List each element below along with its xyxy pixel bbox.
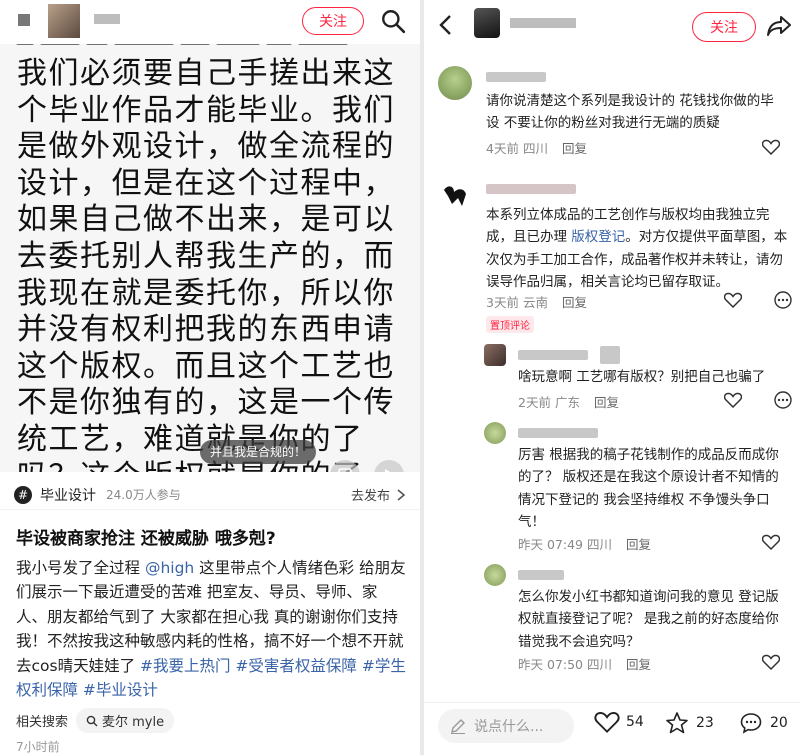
cropped-text-line [16, 44, 396, 52]
like-icon[interactable] [762, 654, 780, 670]
commenter-avatar[interactable] [484, 422, 506, 444]
related-search-chip-label: 麦尔 myle [102, 715, 165, 730]
author-name[interactable] [510, 18, 576, 28]
mention-link[interactable]: @high [145, 559, 194, 577]
post-image[interactable]: 我们必须要自己手搓出来这个毕业作品才能毕业。我们是做外观设计，做全流程的设计，但… [0, 44, 420, 472]
image-caption-text: 我们必须要自己手搓出来这个毕业作品才能毕业。我们是做外观设计，做全流程的设计，但… [17, 56, 395, 472]
author-avatar[interactable] [438, 176, 472, 210]
commenter-name[interactable] [518, 350, 588, 360]
post-body: 我小号发了全过程 @high 这里带点个人情绪色彩 给朋友们展示一下最近遭受的苦… [16, 556, 408, 702]
comment-text: 厉害 根据我的稿子花钱制作的成品反而成你的了？ 版权还是在我这个原设计者不知情的… [518, 447, 779, 531]
search-icon [86, 715, 98, 726]
favorite-count: 23 [696, 715, 714, 731]
related-search: 相关搜索 麦尔 myle [16, 708, 175, 733]
topic-bar[interactable]: # 毕业设计 24.0万人参与 去发布 [0, 480, 420, 510]
comment-time: 3天前 [486, 295, 519, 310]
related-search-chip[interactable]: 麦尔 myle [76, 708, 175, 733]
go-post-link[interactable]: 去发布 [351, 485, 406, 504]
favorite-button[interactable]: 23 [664, 711, 714, 735]
reply-button[interactable]: 回复 [562, 141, 587, 156]
reply-button[interactable]: 回复 [626, 537, 651, 552]
bottom-action-bar: 说点什么... 54 23 20 [424, 702, 800, 755]
reply-button[interactable]: 回复 [562, 295, 587, 310]
comment-text: 本系列立体成品的工艺创作与版权均由我独立完成，且已办理 版权登记。对方仅提供平面… [486, 204, 790, 294]
post-timestamp: 7小时前 [16, 740, 60, 754]
heart-icon [594, 712, 620, 733]
comment-time: 昨天 07:50 [518, 657, 583, 672]
comment-time: 4天前 [486, 141, 519, 156]
commenter-name[interactable] [600, 346, 620, 364]
comment-meta: 昨天 07:50 四川 回复 [518, 654, 651, 673]
commenter-name[interactable] [486, 184, 576, 194]
comments-panel: 关注 请你说清楚这个系列是我设计的 花钱找你做的毕设 不要让你的粉丝对我进行无端… [424, 0, 800, 755]
comment-meta: 昨天 07:49 四川 回复 [518, 534, 651, 553]
comment-text: 啥玩意啊 工艺哪有版权？别把自己也骗了 [518, 369, 766, 385]
back-icon[interactable] [438, 14, 454, 36]
commenter-name[interactable] [518, 570, 564, 580]
comment-bubble-icon [740, 713, 762, 734]
related-search-label: 相关搜索 [16, 715, 69, 730]
scan-icon [338, 468, 352, 472]
more-options-icon[interactable] [774, 391, 792, 409]
copyright-registration-link[interactable]: 版权登记 [571, 229, 625, 245]
comment-text: 怎么你发小红书都知道询问我的意见 登记版权就直接登记了呢？ 是我之前的好态度给你… [518, 589, 779, 650]
author-name[interactable] [94, 14, 120, 24]
like-count: 54 [626, 714, 644, 730]
post-header: 关注 [0, 0, 420, 44]
search-icon[interactable] [380, 8, 406, 34]
commenter-name[interactable] [518, 428, 598, 438]
comment-meta: 2天前 广东 回复 [518, 392, 619, 411]
follow-button[interactable]: 关注 [302, 7, 364, 35]
post-body-text: 我小号发了全过程 [16, 559, 145, 577]
like-icon[interactable] [724, 292, 742, 308]
comment-location: 四川 [522, 141, 548, 156]
left-post-panel: 关注 我们必须要自己手搓出来这个毕业作品才能毕业。我们是做外观设计，做全流程的设… [0, 0, 420, 755]
pencil-icon [451, 719, 465, 734]
commenter-avatar[interactable] [484, 344, 506, 366]
like-icon[interactable] [724, 392, 742, 408]
post-title: 毕设被商家抢注 还被威胁 哦多剋? [16, 529, 276, 549]
follow-button[interactable]: 关注 [692, 12, 756, 42]
author-avatar[interactable] [18, 14, 30, 26]
comment-location: 四川 [586, 537, 612, 552]
avatar-art [444, 186, 466, 206]
svg-text:#: # [18, 488, 28, 502]
overlay-caption: 并且我是合规的！ [200, 440, 317, 464]
author-avatar[interactable] [48, 4, 80, 38]
comment-text: 请你说清楚这个系列是我设计的 花钱找你做的毕设 不要让你的粉丝对我进行无端的质疑 [486, 93, 774, 132]
comment-location: 云南 [522, 295, 548, 310]
topic-participants: 24.0万人参与 [106, 488, 181, 502]
more-options-icon[interactable] [774, 291, 792, 309]
reply-button[interactable]: 回复 [626, 657, 651, 672]
author-avatar[interactable] [474, 8, 500, 38]
comment-input[interactable]: 说点什么... [438, 709, 574, 743]
like-icon[interactable] [762, 139, 780, 155]
topic-name: 毕业设计 [40, 487, 96, 504]
comment-time: 2天前 [518, 395, 551, 410]
like-icon[interactable] [762, 534, 780, 550]
comment-meta: 4天前 四川 回复 [486, 138, 587, 157]
reply-button[interactable]: 回复 [594, 395, 619, 410]
go-post-label: 去发布 [350, 489, 390, 504]
chevron-right-icon [397, 488, 406, 501]
commenter-avatar[interactable] [484, 564, 506, 586]
comment-input-placeholder: 说点什么... [474, 719, 544, 735]
comment-location: 四川 [586, 657, 612, 672]
play-icon [385, 469, 390, 472]
pinned-comment-badge: 置顶评论 [486, 316, 534, 333]
like-button[interactable]: 54 [594, 711, 644, 733]
star-icon [666, 712, 688, 734]
share-icon[interactable] [766, 14, 792, 38]
comment-time: 昨天 07:49 [518, 537, 583, 552]
comment-count: 20 [770, 715, 788, 731]
commenter-avatar[interactable] [438, 66, 472, 100]
comment-meta: 3天前 云南 回复 [486, 292, 587, 311]
commenter-name[interactable] [486, 72, 546, 82]
hashtag-icon: # [14, 485, 32, 504]
comment-count-button[interactable]: 20 [738, 711, 788, 735]
comment-location: 广东 [554, 395, 580, 410]
